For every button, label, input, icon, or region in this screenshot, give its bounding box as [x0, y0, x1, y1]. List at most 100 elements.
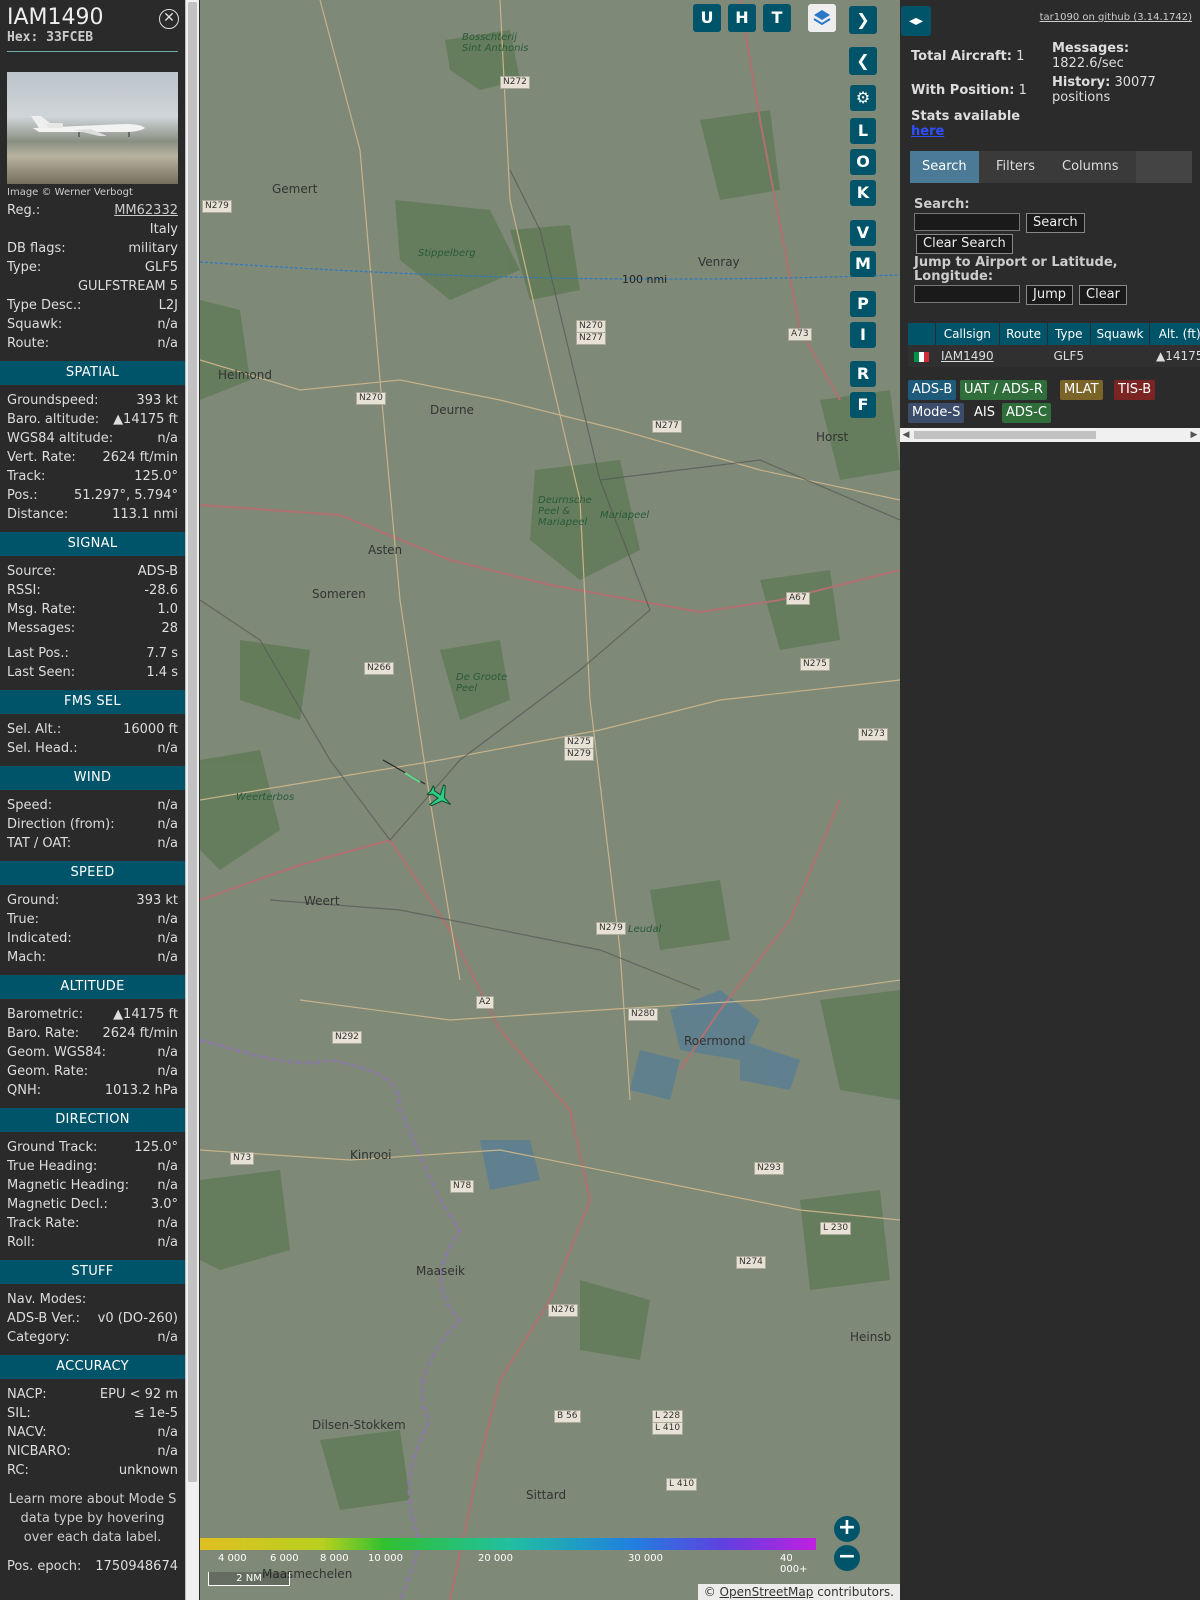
tab-columns[interactable]: Columns: [1050, 151, 1131, 183]
column-header-squawk[interactable]: Squawk: [1090, 323, 1151, 345]
map-button-h[interactable]: H: [728, 4, 756, 32]
zoom-in-button[interactable]: +: [834, 1516, 860, 1542]
section-header-stuff: STUFF: [0, 1260, 185, 1284]
column-header-type[interactable]: Type: [1047, 323, 1091, 345]
info-value: n/a: [157, 1159, 178, 1174]
column-header-flag[interactable]: [908, 323, 936, 345]
search-input[interactable]: [914, 213, 1020, 231]
place-label: Gemert: [272, 182, 318, 196]
map-button-v[interactable]: V: [850, 220, 876, 246]
source-badge-tis-b: TIS-B: [1114, 380, 1156, 400]
info-label: DB flags:: [7, 241, 66, 256]
info-value: 1.4 s: [146, 665, 178, 680]
road-label: N73: [230, 1152, 255, 1165]
info-value: n/a: [157, 431, 178, 446]
map-button-i[interactable]: I: [850, 322, 876, 348]
scroll-right-icon[interactable]: ▶: [1188, 428, 1200, 442]
close-icon[interactable]: ✕: [159, 9, 179, 29]
aircraft-detail-sections: SPATIAL Groundspeed: 393 kt Baro. altitude:…: [0, 361, 185, 1480]
map-view[interactable]: Bosschterij Sint Anthonis Gemert Stippelbe…: [200, 0, 900, 1600]
map-button-p[interactable]: P: [850, 291, 876, 317]
chevron-left-icon[interactable]: ❮: [849, 47, 877, 75]
source-badge-mlat: MLAT: [1060, 380, 1103, 400]
expand-panel-icon[interactable]: ◂▸: [901, 6, 931, 36]
jump-button[interactable]: Jump: [1026, 285, 1073, 305]
info-value: Italy: [149, 222, 178, 237]
info-row-geom-rate: Geom. Rate: n/a: [0, 1062, 185, 1081]
cell-callsign[interactable]: IAM1490: [935, 345, 1000, 367]
info-value: n/a: [157, 1178, 178, 1193]
scroll-left-icon[interactable]: ◀: [900, 428, 912, 442]
layers-icon[interactable]: [808, 4, 836, 32]
jump-input[interactable]: [914, 285, 1020, 303]
info-label: NACV:: [7, 1425, 47, 1440]
info-value: 393 kt: [136, 893, 178, 908]
info-value: 2624 ft/min: [102, 1026, 178, 1041]
sidebar-scrollbar-thumb[interactable]: [188, 2, 197, 1482]
map-button-t[interactable]: T: [763, 4, 791, 32]
info-value: n/a: [157, 836, 178, 851]
section-header-direction: DIRECTION: [0, 1108, 185, 1132]
total-aircraft-stat: Total Aircraft: 1: [911, 49, 1024, 64]
map-button-k[interactable]: K: [850, 180, 876, 206]
stats-link[interactable]: here: [911, 124, 944, 139]
source-badge-ads-c: ADS-C: [1002, 403, 1051, 423]
section-header-accuracy: ACCURACY: [0, 1355, 185, 1379]
search-button[interactable]: Search: [1026, 213, 1085, 233]
map-button-r[interactable]: R: [850, 361, 876, 387]
sidebar-scrollbar[interactable]: [185, 0, 199, 1600]
clear-search-button[interactable]: Clear Search: [916, 234, 1013, 254]
table-row[interactable]: IAM1490 GLF5 ▲14175: [908, 345, 1200, 367]
info-label: Indicated:: [7, 931, 72, 946]
tab-filters[interactable]: Filters: [984, 151, 1047, 183]
history-stat: History: 30077 positions: [1052, 75, 1156, 105]
info-value: v0 (DO-260): [97, 1311, 178, 1326]
aircraft-table: CallsignRouteTypeSquawkAlt. (ft)Sp IAM14…: [908, 323, 1200, 367]
info-value: n/a: [157, 317, 178, 332]
photo-credit: Image © Werner Verbogt: [7, 187, 133, 198]
cell-route: [999, 345, 1048, 367]
road-label: N279: [564, 748, 594, 761]
info-row-rc: RC: unknown: [0, 1461, 185, 1480]
chevron-right-icon[interactable]: ❯: [849, 6, 877, 34]
tab-search[interactable]: Search: [910, 151, 979, 183]
info-label: RSSI:: [7, 583, 41, 598]
map-button-m[interactable]: M: [850, 251, 876, 277]
zoom-out-button[interactable]: −: [834, 1545, 860, 1571]
aircraft-photo[interactable]: [7, 72, 178, 184]
altitude-scale-label: 6 000: [270, 1553, 299, 1564]
map-button-f[interactable]: F: [850, 392, 876, 418]
range-ring-label: 100 nmi: [622, 273, 668, 286]
info-value: n/a: [157, 741, 178, 756]
osm-link[interactable]: OpenStreetMap: [720, 1585, 814, 1599]
column-header-callsign[interactable]: Callsign: [935, 323, 1001, 345]
table-scrollbar-thumb[interactable]: [914, 431, 1096, 439]
info-label: Ground:: [7, 893, 60, 908]
road-label: N274: [736, 1256, 766, 1269]
clear-button[interactable]: Clear: [1079, 285, 1127, 305]
map-button-l[interactable]: L: [850, 118, 876, 144]
registration-link[interactable]: MM62332: [114, 201, 178, 220]
tab-spacer: [1136, 151, 1192, 183]
info-value: 113.1 nmi: [112, 507, 178, 522]
column-header-alt-ft[interactable]: Alt. (ft): [1149, 323, 1200, 345]
column-header-route[interactable]: Route: [999, 323, 1048, 345]
info-label: ADS-B Ver.:: [7, 1311, 80, 1326]
info-label: Magnetic Decl.:: [7, 1197, 108, 1212]
github-link[interactable]: tar1090 on github (3.14.1742): [1040, 12, 1192, 23]
info-label: Pos.:: [7, 488, 38, 503]
info-row-indicated: Indicated: n/a: [0, 929, 185, 948]
stats-label: Stats available: [911, 109, 1021, 124]
table-horizontal-scrollbar[interactable]: ◀ ▶: [900, 428, 1200, 442]
info-value: military: [128, 241, 178, 256]
info-value: 125.0°: [134, 1140, 178, 1155]
aircraft-basic-info: Reg.: MM62332 Italy DB flags: military Type: G…: [0, 201, 185, 353]
info-row-magnetic-heading: Magnetic Heading: n/a: [0, 1176, 185, 1195]
info-row-distance: Distance: 113.1 nmi: [0, 505, 185, 524]
gear-icon[interactable]: ⚙: [850, 85, 876, 111]
info-value: n/a: [157, 336, 178, 351]
info-label: QNH:: [7, 1083, 42, 1098]
map-button-o[interactable]: O: [850, 149, 876, 175]
place-label: Deurnsche Peel & Mariapeel: [538, 495, 592, 528]
map-button-u[interactable]: U: [693, 4, 721, 32]
